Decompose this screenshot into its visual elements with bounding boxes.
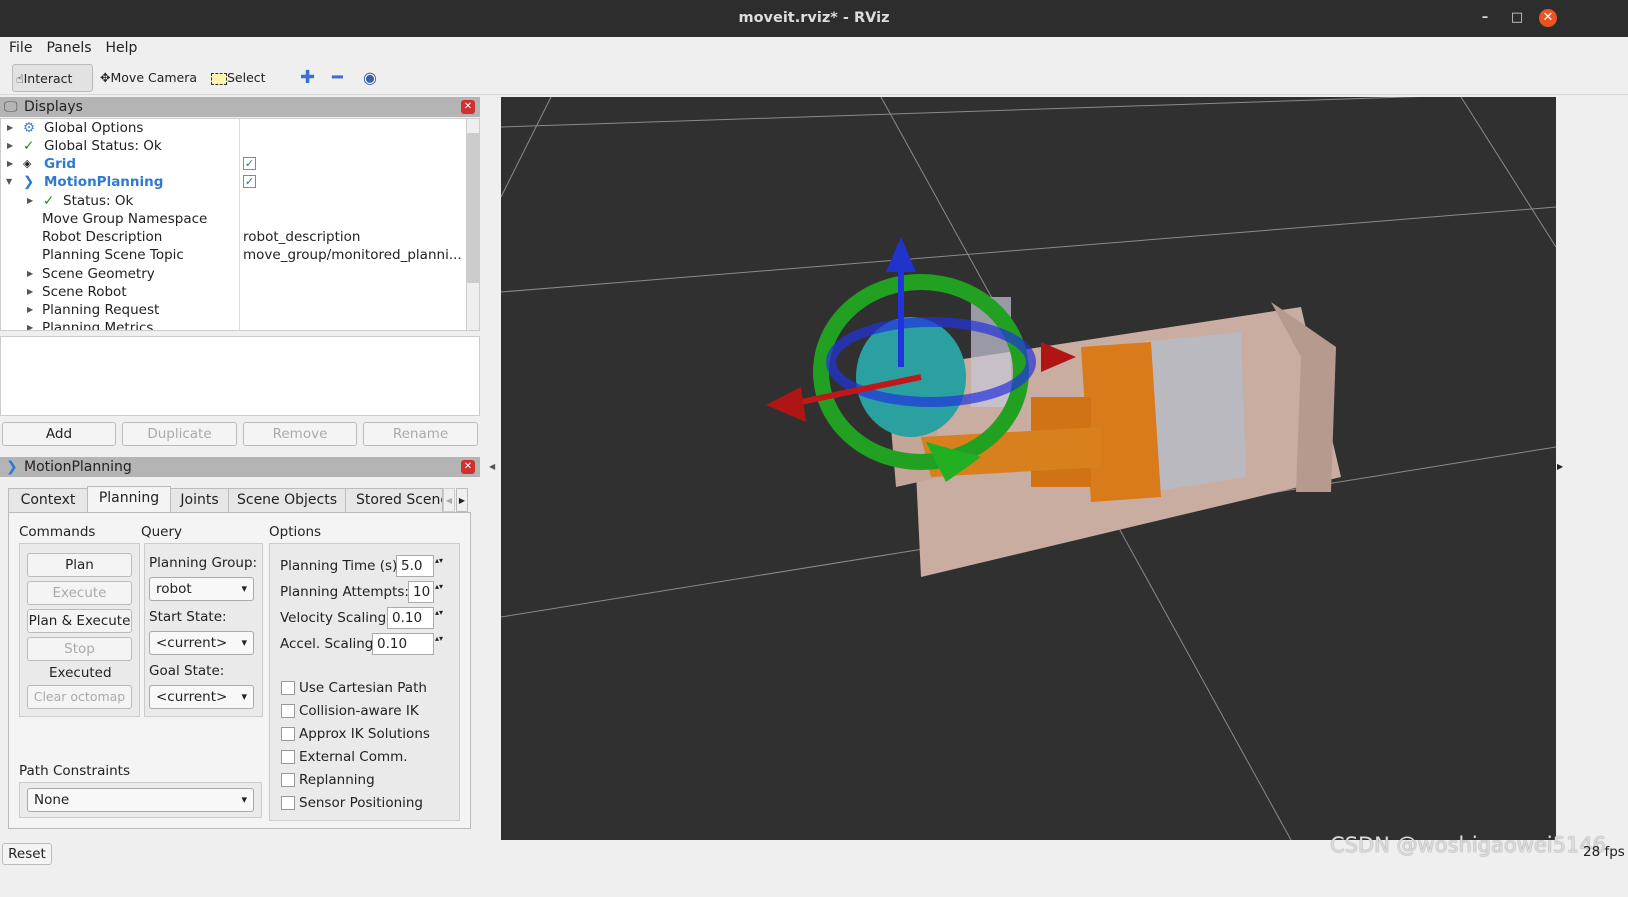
accel-scaling-label: Accel. Scaling:	[280, 636, 378, 652]
menu-bar: File Panels Help	[0, 38, 1628, 59]
clear-octomap-button[interactable]: Clear octomap	[27, 685, 132, 709]
collapse-left-icon[interactable]: ◀	[489, 462, 495, 471]
planning-group-select[interactable]: robot	[149, 577, 254, 601]
select-icon	[211, 72, 227, 85]
use-cartesian-path-checkbox[interactable]: Use Cartesian Path	[281, 679, 427, 697]
duplicate-button[interactable]: Duplicate	[122, 422, 237, 446]
fps-label: 28 fps	[1583, 844, 1625, 860]
menu-help[interactable]: Help	[106, 38, 138, 59]
tree-item-move-group-namespace[interactable]: Move Group Namespace	[1, 210, 466, 228]
planning-attempts-label: Planning Attempts:	[280, 584, 409, 600]
tree-item-scene-geometry[interactable]: ▶ Scene Geometry	[1, 265, 466, 283]
toolbar: ☝Interact ✥Move Camera Select ✚ ━ ◉	[0, 60, 1628, 95]
interact-tool[interactable]: ☝Interact	[12, 64, 93, 92]
tree-item-grid[interactable]: ▶ ◈ Grid ✓	[1, 155, 466, 173]
execution-status: Executed	[49, 665, 112, 681]
tree-item-planning-request[interactable]: ▶ Planning Request	[1, 301, 466, 319]
select-tool[interactable]: Select	[208, 64, 266, 92]
approx-ik-checkbox[interactable]: Approx IK Solutions	[281, 725, 430, 743]
goal-state-label: Goal State:	[149, 663, 225, 679]
velocity-scaling-input[interactable]: 0.10	[387, 607, 447, 629]
plan-button[interactable]: Plan	[27, 553, 132, 577]
external-comm-checkbox[interactable]: External Comm.	[281, 748, 408, 766]
displays-header: 🖵 Displays ✕	[0, 97, 480, 117]
tree-item-planning-metrics[interactable]: ▶ Planning Metrics	[1, 319, 466, 330]
3d-viewport[interactable]	[501, 97, 1556, 840]
title-bar: moveit.rviz* - RViz – □ ✕	[0, 0, 1628, 37]
collision-aware-ik-checkbox[interactable]: Collision-aware IK	[281, 702, 419, 720]
planning-group-label: Planning Group:	[149, 555, 258, 571]
tab-stored-scenes[interactable]: Stored Scene	[345, 488, 443, 513]
displays-tree: ▶ ⚙ Global Options ▶ ✓ Global Status: Ok ▶ ◈ G…	[0, 118, 480, 331]
watermark: CSDN @woshigaowei5146	[1330, 833, 1607, 857]
description-box	[0, 336, 480, 416]
goal-state-select[interactable]: <current>	[149, 685, 254, 709]
status-bar: Reset CSDN @woshigaowei5146 28 fps	[0, 833, 1628, 897]
motionplanning-icon: ❯	[6, 459, 18, 475]
grid-and-robot-scene	[501, 97, 1556, 840]
robot-model	[856, 297, 1341, 577]
execute-button[interactable]: Execute	[27, 581, 132, 605]
add-button[interactable]: Add	[2, 422, 116, 446]
tab-scene-objects[interactable]: Scene Objects	[228, 488, 346, 513]
commands-title: Commands	[19, 524, 96, 540]
plus-icon[interactable]: ✚	[297, 64, 315, 92]
options-title: Options	[269, 524, 322, 540]
start-state-select[interactable]: <current>	[149, 631, 254, 655]
tab-context[interactable]: Context	[8, 488, 88, 513]
tab-scroll-right[interactable]: ▶	[456, 488, 468, 512]
motionplanning-header: ❯ MotionPlanning ✕	[0, 457, 480, 477]
menu-panels[interactable]: Panels	[46, 38, 91, 59]
stop-button[interactable]: Stop	[27, 637, 132, 661]
tree-item-robot-description[interactable]: Robot Description robot_description	[1, 228, 466, 246]
planning-attempts-input[interactable]: 10	[408, 581, 447, 603]
sensor-positioning-checkbox[interactable]: Sensor Positioning	[281, 794, 423, 812]
tree-scrollbar[interactable]	[466, 119, 479, 330]
move-camera-icon: ✥	[100, 70, 111, 85]
window-title: moveit.rviz* - RViz	[738, 10, 890, 26]
check-icon: ✓	[23, 138, 35, 154]
start-state-label: Start State:	[149, 609, 227, 625]
velocity-scaling-label: Velocity Scaling:	[280, 610, 391, 626]
menu-file[interactable]: File	[9, 38, 32, 59]
path-constraints-label: Path Constraints	[19, 763, 130, 779]
tree-item-status[interactable]: ▶ ✓ Status: Ok	[1, 192, 466, 210]
rename-button[interactable]: Rename	[363, 422, 478, 446]
check-icon: ✓	[43, 193, 55, 209]
tree-item-global-options[interactable]: ▶ ⚙ Global Options	[1, 119, 466, 137]
maximize-button[interactable]: □	[1508, 9, 1526, 27]
accel-scaling-input[interactable]: 0.10	[372, 633, 447, 655]
tree-item-global-status[interactable]: ▶ ✓ Global Status: Ok	[1, 137, 466, 155]
collapse-right-icon[interactable]: ▶	[1557, 462, 1563, 471]
planning-time-input[interactable]: 5.0	[396, 555, 447, 577]
replanning-checkbox[interactable]: Replanning	[281, 771, 375, 789]
gear-icon: ⚙	[23, 120, 36, 136]
move-camera-tool[interactable]: ✥Move Camera	[97, 64, 197, 92]
close-icon[interactable]: ✕	[461, 460, 475, 474]
plan-execute-button[interactable]: Plan & Execute	[27, 609, 132, 633]
reset-button[interactable]: Reset	[2, 843, 52, 865]
remove-button[interactable]: Remove	[243, 422, 357, 446]
minus-icon[interactable]: ━	[329, 64, 343, 92]
planning-time-label: Planning Time (s):	[280, 558, 402, 574]
motionplanning-checkbox[interactable]: ✓	[243, 175, 256, 188]
tab-scroll-left[interactable]: ◀	[443, 488, 455, 512]
tree-item-motionplanning[interactable]: ▼ ❯ MotionPlanning ✓	[1, 173, 466, 191]
path-constraints-select[interactable]: None	[27, 788, 254, 812]
eye-icon[interactable]: ◉	[360, 64, 377, 92]
query-title: Query	[141, 524, 183, 540]
grid-icon: ◈	[23, 157, 32, 170]
tab-joints[interactable]: Joints	[170, 488, 229, 513]
minimize-button[interactable]: –	[1476, 9, 1494, 27]
motionplanning-icon: ❯	[23, 174, 35, 190]
grid-checkbox[interactable]: ✓	[243, 157, 256, 170]
tab-planning[interactable]: Planning	[87, 486, 171, 513]
tree-item-scene-robot[interactable]: ▶ Scene Robot	[1, 283, 466, 301]
close-icon[interactable]: ✕	[461, 100, 475, 114]
close-button[interactable]: ✕	[1539, 9, 1557, 27]
monitor-icon: 🖵	[4, 99, 18, 115]
tree-item-planning-scene-topic[interactable]: Planning Scene Topic move_group/monitored…	[1, 246, 466, 264]
hand-icon: ☝	[16, 71, 24, 86]
